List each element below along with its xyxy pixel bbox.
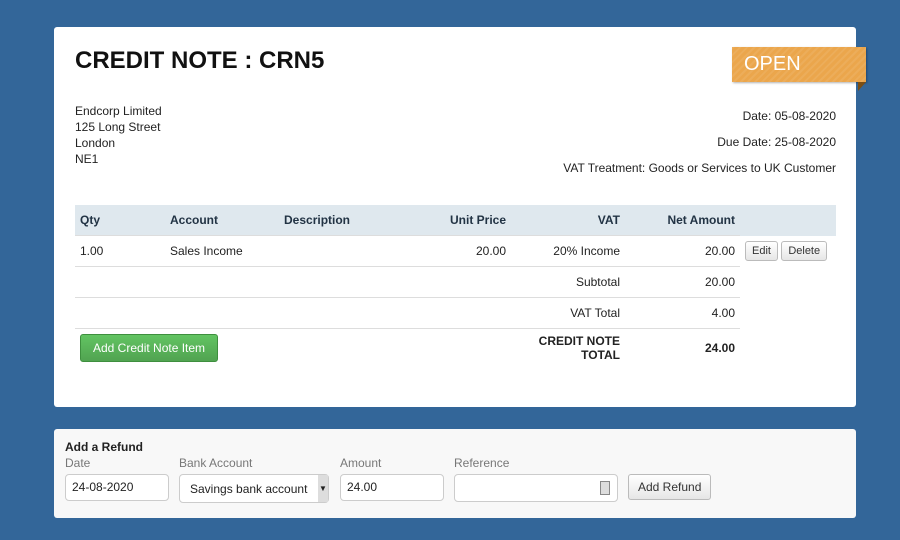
total-label: CREDIT NOTE TOTAL xyxy=(511,328,625,367)
add-refund-button[interactable]: Add Refund xyxy=(628,474,712,500)
refund-panel: Add a Refund Date Bank Account Amount Re… xyxy=(54,429,856,518)
header-account: Account xyxy=(165,205,279,236)
bank-account-select[interactable]: Savings bank account ▼ xyxy=(179,474,329,503)
contact-card-icon xyxy=(600,481,610,495)
header-description: Description xyxy=(279,205,409,236)
header-qty: Qty xyxy=(75,205,165,236)
vat-total-label: VAT Total xyxy=(511,297,625,329)
reference-input[interactable] xyxy=(454,474,618,502)
header-net: Net Amount xyxy=(625,205,740,236)
reference-label: Reference xyxy=(454,456,510,470)
credit-note-card: CREDIT NOTE : CRN5 OPEN Endcorp Limited … xyxy=(54,27,866,407)
edit-button[interactable]: Edit xyxy=(745,241,778,261)
vat-treatment: VAT Treatment: Goods or Services to UK C… xyxy=(563,161,836,175)
items-table: Qty Account Description Unit Price VAT N… xyxy=(75,205,836,367)
dropdown-arrow-icon: ▼ xyxy=(318,475,328,502)
customer-address: Endcorp Limited 125 Long Street London N… xyxy=(75,103,162,167)
date: Date: 05-08-2020 xyxy=(742,109,836,123)
header-unit-price: Unit Price xyxy=(409,205,511,236)
page-title: CREDIT NOTE : CRN5 xyxy=(75,47,325,74)
address-line: NE1 xyxy=(75,152,99,166)
header-vat: VAT xyxy=(511,205,625,236)
subtotal: 20.00 xyxy=(625,266,740,298)
address-line: London xyxy=(75,136,116,150)
bank-label: Bank Account xyxy=(179,456,253,470)
address-line: 125 Long Street xyxy=(75,120,161,134)
status-badge: OPEN xyxy=(732,47,866,91)
vat: 20% Income xyxy=(511,235,625,267)
net-amount: 20.00 xyxy=(625,235,740,267)
credit-note-meta: Date: 05-08-2020 Due Date: 25-08-2020 VA… xyxy=(563,103,836,181)
due-date: Due Date: 25-08-2020 xyxy=(717,135,836,149)
amount-label: Amount xyxy=(340,456,382,470)
address-line: Endcorp Limited xyxy=(75,104,162,118)
account: Sales Income xyxy=(165,235,279,267)
date-label: Date xyxy=(65,456,91,470)
vat-total: 4.00 xyxy=(625,297,740,329)
bank-selected: Savings bank account xyxy=(190,482,308,496)
unit-price: 20.00 xyxy=(409,235,511,267)
add-credit-note-item-button[interactable]: Add Credit Note Item xyxy=(80,334,219,362)
date-input[interactable]: 24-08-2020 xyxy=(65,474,169,501)
refund-title: Add a Refund xyxy=(65,440,143,454)
amount-input[interactable]: 24.00 xyxy=(340,474,444,501)
qty: 1.00 xyxy=(75,235,165,267)
description xyxy=(279,235,409,267)
table-row: 1.00 Sales Income 20.00 20% Income 20.00… xyxy=(75,235,836,267)
total: 24.00 xyxy=(625,328,740,367)
delete-button[interactable]: Delete xyxy=(781,241,828,261)
subtotal-label: Subtotal xyxy=(511,266,625,298)
